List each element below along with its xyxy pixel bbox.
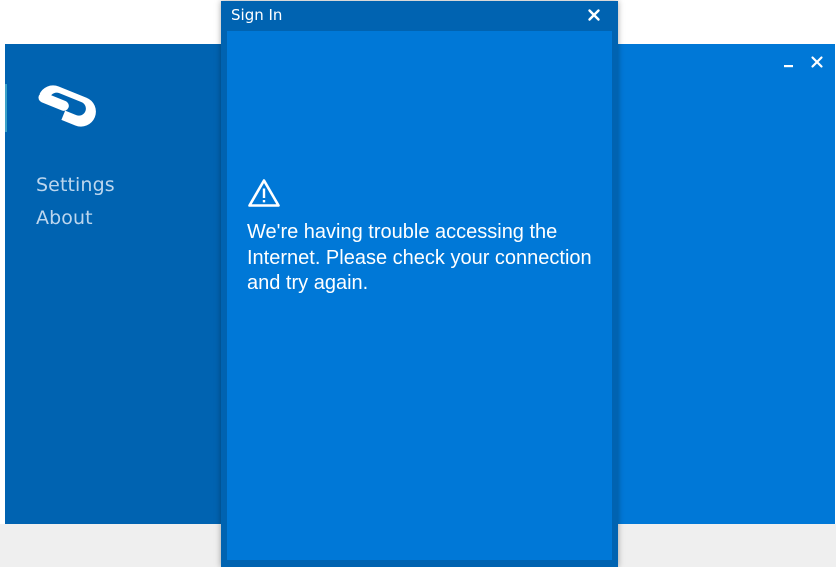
dialog-content: We're having trouble accessing the Inter… bbox=[227, 31, 612, 560]
close-icon[interactable] bbox=[809, 54, 825, 70]
sidebar-edge-mark bbox=[5, 84, 7, 132]
sidebar-item-about[interactable]: About bbox=[36, 207, 93, 229]
minimize-icon[interactable] bbox=[781, 54, 797, 70]
close-icon[interactable] bbox=[586, 7, 602, 23]
dialog-titlebar[interactable]: Sign In bbox=[221, 1, 618, 29]
error-message: We're having trouble accessing the Inter… bbox=[247, 221, 592, 294]
sidebar-item-settings[interactable]: Settings bbox=[36, 174, 115, 196]
warning-icon bbox=[248, 179, 280, 207]
app-sidebar: Settings About bbox=[5, 44, 221, 524]
sign-in-dialog: Sign In We're having trouble accessing t… bbox=[221, 1, 618, 567]
app-logo-icon bbox=[33, 85, 96, 127]
dialog-title: Sign In bbox=[231, 6, 283, 24]
